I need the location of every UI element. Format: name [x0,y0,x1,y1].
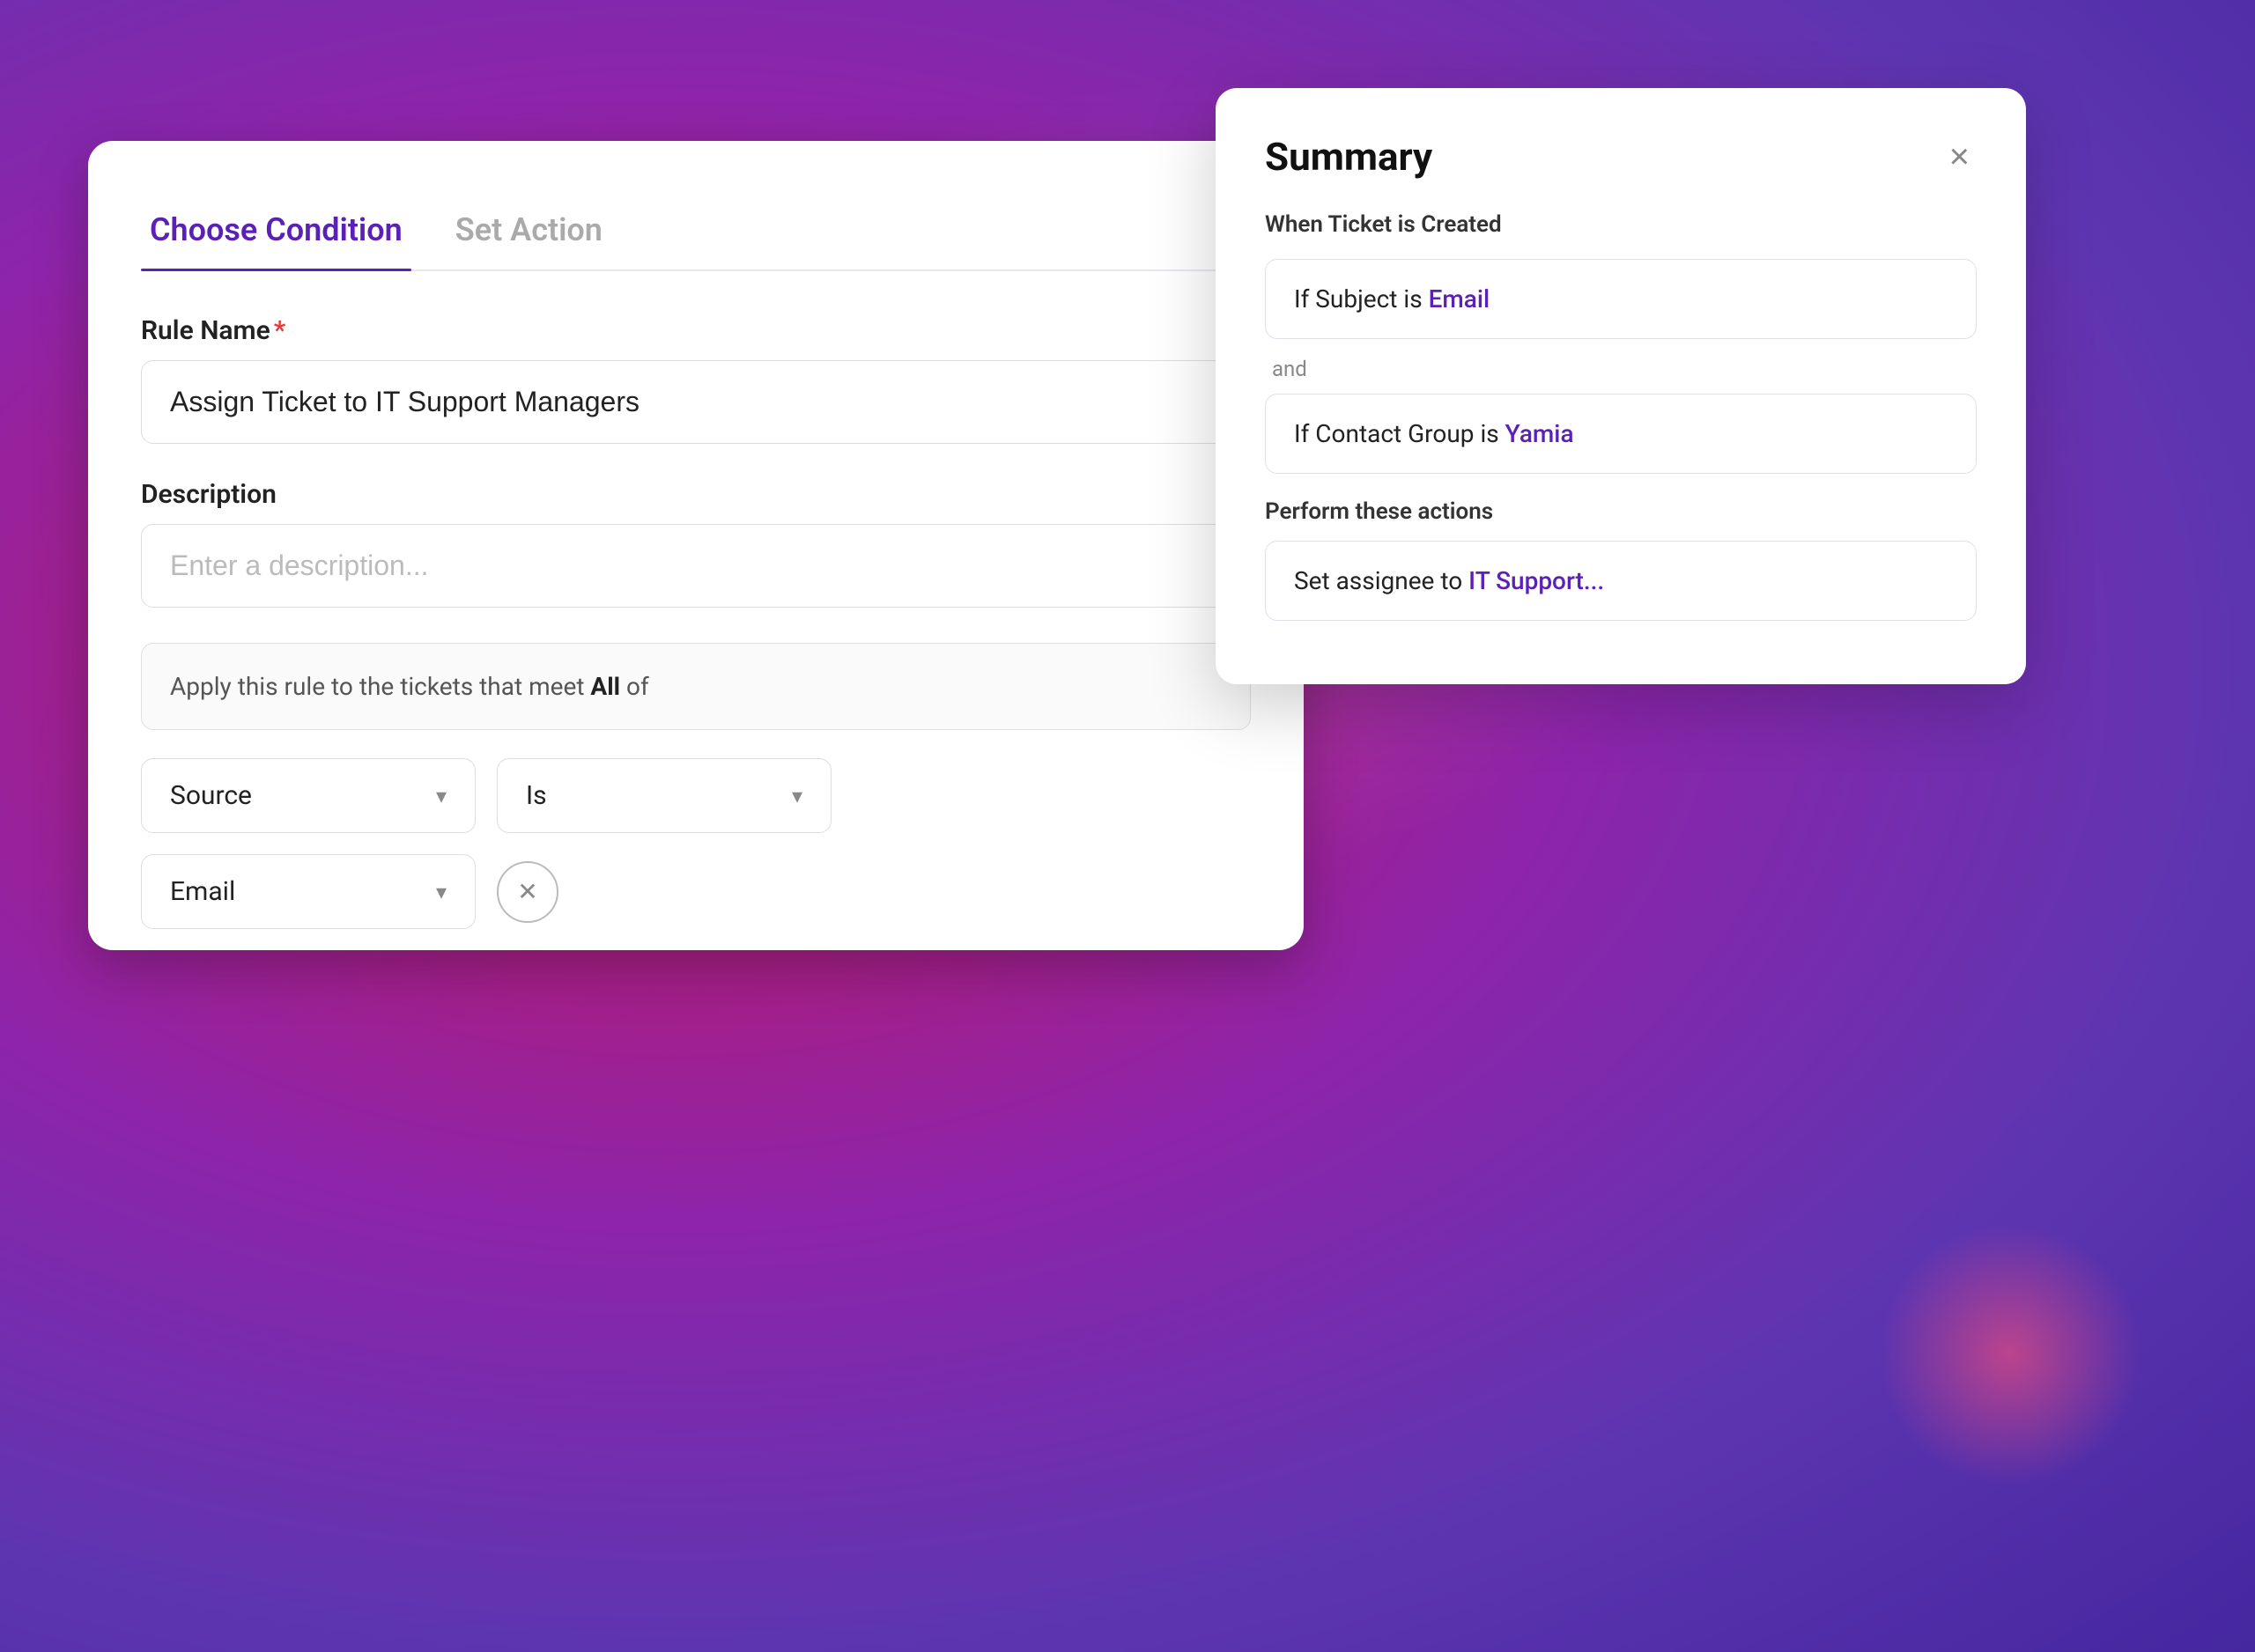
remove-condition-button[interactable]: ✕ [497,861,558,923]
summary-panel: Summary × When Ticket is Created If Subj… [1216,88,2026,684]
is-dropdown-arrow: ▾ [792,784,802,808]
email-dropdown-arrow: ▾ [436,880,447,904]
description-input[interactable] [141,524,1251,608]
main-form-card: Choose Condition Set Action Rule Name* D… [88,141,1304,950]
rule-name-label: Rule Name* [141,315,1251,346]
source-dropdown[interactable]: Source ▾ [141,758,476,833]
summary-action-1: Set assignee to IT Support... [1265,541,1977,621]
description-label: Description [141,479,1251,510]
form-section: Rule Name* Description Apply this rule t… [141,315,1251,929]
summary-actions-label: Perform these actions [1265,498,1977,525]
summary-title: Summary [1265,134,1432,180]
rule-name-input[interactable] [141,360,1251,444]
condition-row-2: Email ▾ ✕ [141,854,1251,929]
condition-row-1: Source ▾ Is ▾ [141,758,1251,833]
summary-condition-1: If Subject is Email [1265,259,1977,339]
summary-close-button[interactable]: × [1942,136,1977,178]
required-star: * [274,315,285,346]
source-dropdown-arrow: ▾ [436,784,447,808]
summary-connector: and [1272,357,1977,381]
summary-condition-2: If Contact Group is Yamia [1265,394,1977,474]
tab-set-action[interactable]: Set Action [447,194,647,269]
tab-choose-condition[interactable]: Choose Condition [141,194,447,269]
is-dropdown[interactable]: Is ▾ [497,758,832,833]
email-dropdown[interactable]: Email ▾ [141,854,476,929]
summary-header: Summary × [1265,134,1977,180]
tab-bar: Choose Condition Set Action [141,194,1251,271]
apply-rule-text: Apply this rule to the tickets that meet… [141,643,1251,730]
summary-trigger-text: When Ticket is Created [1265,211,1977,238]
